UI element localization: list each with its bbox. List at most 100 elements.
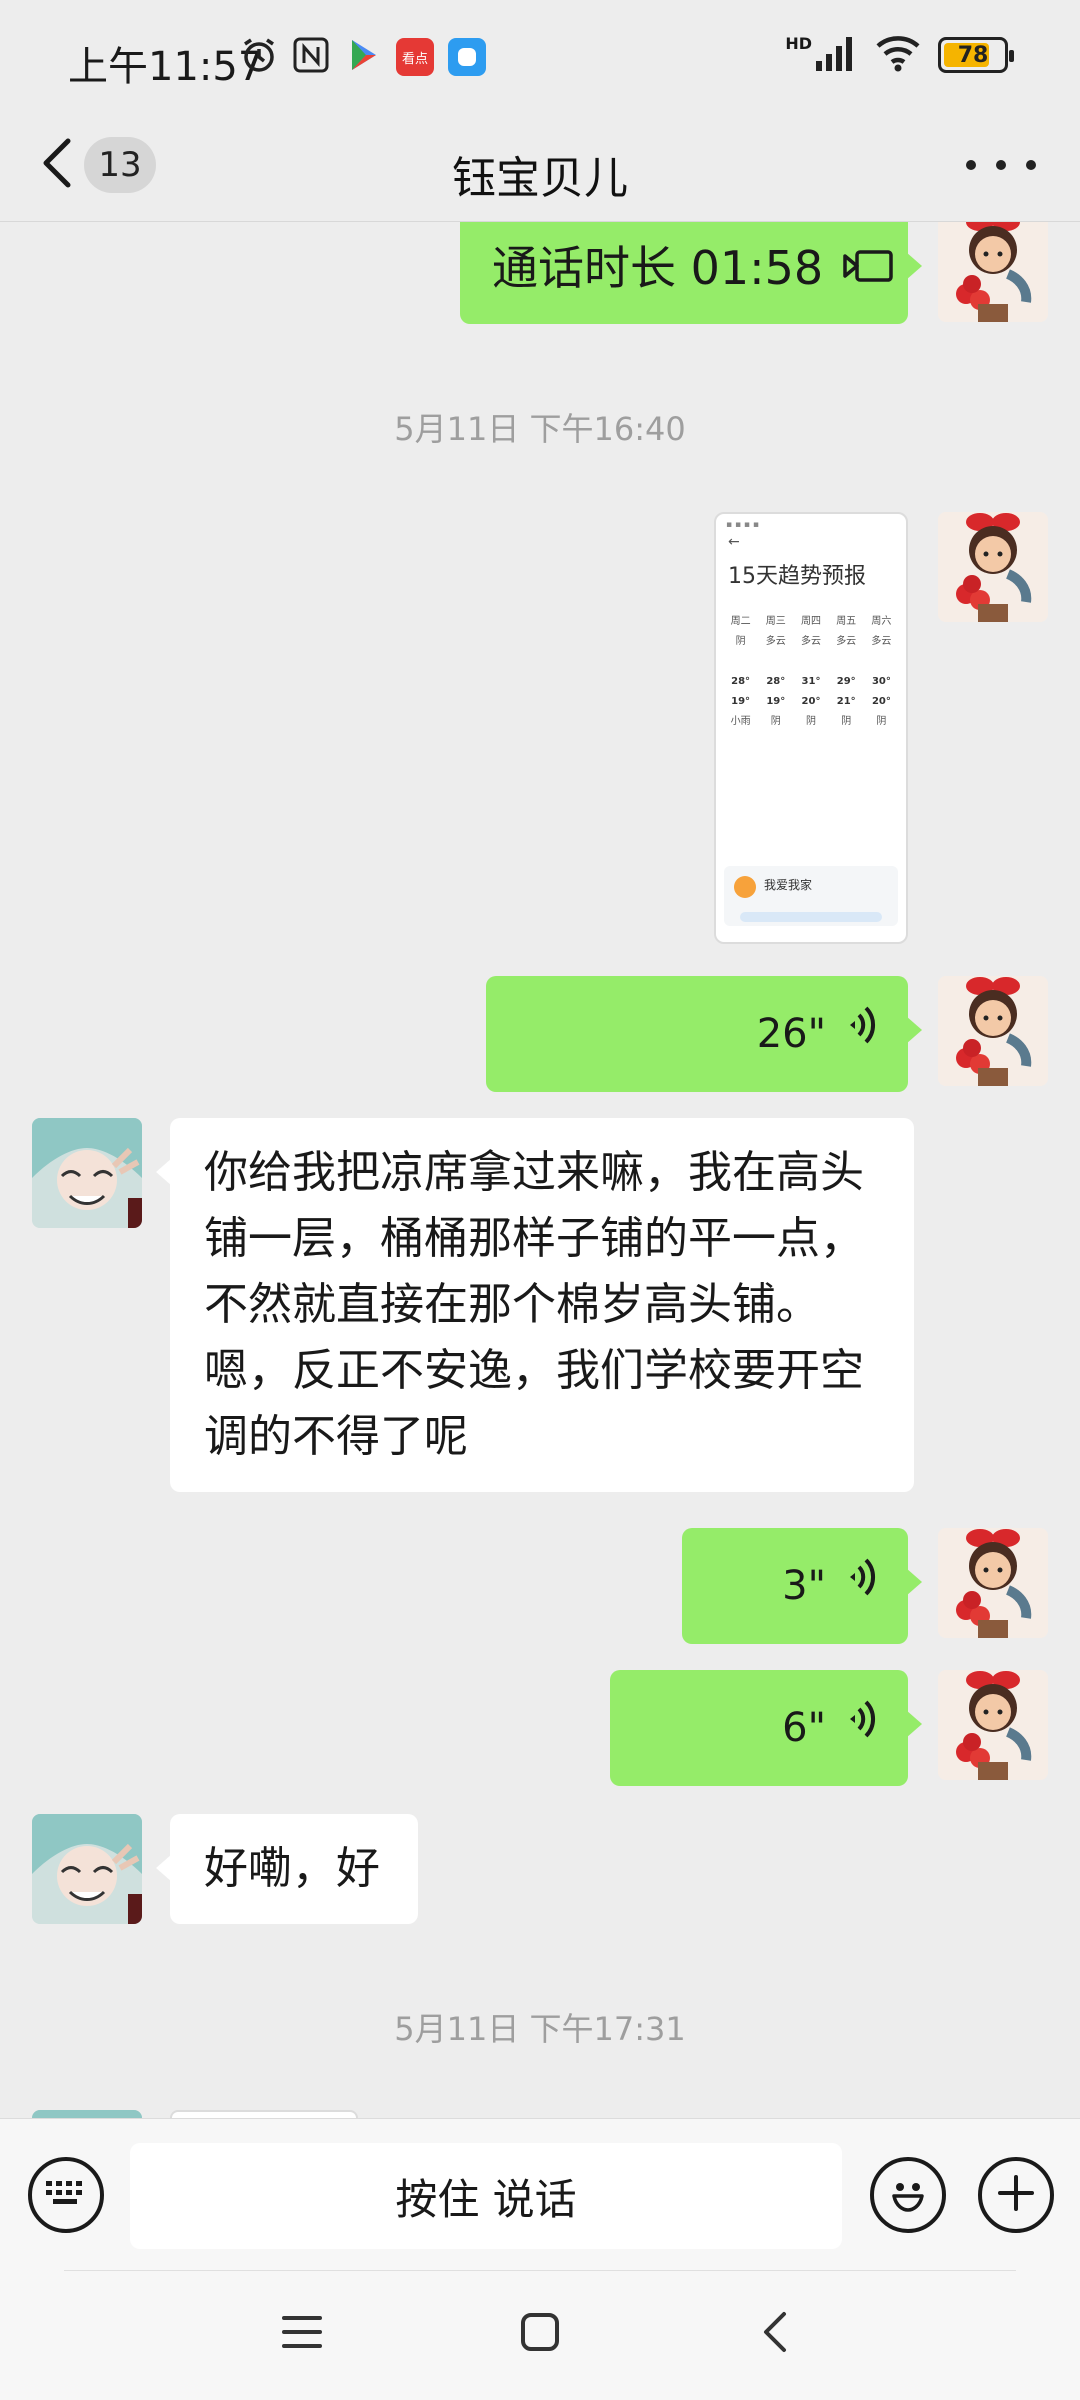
thumb-back-icon: ← <box>728 534 740 550</box>
thumb-day: 周六 <box>871 616 892 627</box>
thumb-spacer <box>865 654 898 670</box>
voice-duration: 3" <box>782 1563 826 1609</box>
voice-message[interactable]: 6" <box>610 1670 922 1786</box>
image-message[interactable] <box>170 2110 358 2118</box>
thumb-condition-night: 阴 <box>805 716 816 727</box>
thumb-day: 周二 <box>730 616 751 627</box>
chat-header: 13 钰宝贝儿 <box>0 112 1080 222</box>
voice-duration: 6" <box>782 1705 826 1751</box>
contact-avatar[interactable] <box>32 1814 142 1924</box>
battery-icon: 78 <box>938 37 1014 73</box>
call-duration-bubble[interactable]: 通话时长 01:58 <box>460 222 922 324</box>
bubble-tail <box>906 1016 922 1044</box>
thumb-condition: 多云 <box>836 636 857 647</box>
timestamp: 5月11日 下午17:31 <box>394 2010 686 2048</box>
thumb-condition-night: 阴 <box>841 716 852 727</box>
thumb-high: 31° <box>801 676 821 687</box>
divider <box>64 2270 1016 2271</box>
status-system-icons: HD 78 <box>785 33 1014 76</box>
voice-message[interactable]: 3" <box>682 1528 922 1644</box>
more-options-button[interactable] <box>966 150 1036 180</box>
more-actions-button[interactable] <box>978 2157 1054 2233</box>
message-text: 你给我把凉席拿过来嘛，我在高头铺一层，桶桶那样子铺的平一点，不然就直接在那个棉岁… <box>204 1147 864 1462</box>
thumb-condition: 多云 <box>871 636 892 647</box>
thumb-spacer <box>724 654 757 670</box>
contact-avatar[interactable] <box>32 1118 142 1228</box>
nfc-icon <box>292 36 330 78</box>
menu-icon[interactable] <box>282 2312 322 2356</box>
alarm-icon <box>240 36 278 78</box>
video-call-icon <box>843 235 895 301</box>
bubble-tail <box>906 252 922 280</box>
image-message[interactable]: ▪ ▪ ▪ ▪ ← 15天趋势预报 周二 周三 周四 周五 周六阴 多云 多云 多云 多云 28°… <box>714 512 908 944</box>
dot <box>966 160 976 170</box>
thumb-day: 周三 <box>765 616 786 627</box>
system-navigation-bar <box>0 2270 1080 2400</box>
emoji-button[interactable] <box>870 2157 946 2233</box>
my-avatar[interactable] <box>938 1528 1048 1638</box>
signal-icon <box>814 35 858 75</box>
thumb-low: 20° <box>801 696 821 707</box>
voice-message[interactable]: 26" <box>486 976 922 1092</box>
thumb-condition-night: 阴 <box>770 716 781 727</box>
hd-label: HD <box>785 33 812 53</box>
smiley-icon <box>883 2168 933 2222</box>
message-list[interactable]: 通话时长 01:58 5月11日 下午16:40 ▪ ▪ ▪ ▪ ← 15天趋势… <box>0 222 1080 2118</box>
thumb-high: 28° <box>766 676 786 687</box>
bubble-tail <box>906 1568 922 1596</box>
received-text-message[interactable]: 好嘞，好 <box>156 1814 418 1924</box>
dot <box>996 160 1006 170</box>
plus-icon <box>994 2171 1038 2219</box>
thumb-high: 30° <box>871 676 891 687</box>
thumb-low: 19° <box>766 696 786 707</box>
message-text: 好嘞，好 <box>204 1843 380 1894</box>
my-avatar[interactable] <box>938 976 1048 1086</box>
thumb-condition: 多云 <box>800 636 821 647</box>
input-bar: 按住 说话 <box>0 2118 1080 2270</box>
battery-level: 78 <box>957 42 989 68</box>
call-duration-text: 通话时长 01:58 <box>492 241 824 295</box>
keyboard-toggle-button[interactable] <box>28 2157 104 2233</box>
thumb-spacer <box>794 654 827 670</box>
my-avatar[interactable] <box>938 1670 1048 1780</box>
thumb-high: 28° <box>731 676 751 687</box>
home-icon <box>734 876 756 898</box>
thumb-high: 29° <box>836 676 856 687</box>
kandian-app-icon: 看点 <box>396 38 434 76</box>
home-square-icon[interactable] <box>520 2312 560 2356</box>
play-store-icon <box>344 36 382 78</box>
contact-avatar[interactable] <box>32 2110 142 2118</box>
timestamp: 5月11日 下午16:40 <box>394 410 686 448</box>
thumb-title: 15天趋势预报 <box>728 564 866 589</box>
thumb-condition-night: 阴 <box>876 716 887 727</box>
thumb-condition: 多云 <box>765 636 786 647</box>
thumb-statusbar: ▪ ▪ ▪ ▪ <box>726 520 759 530</box>
chat-title: 钰宝贝儿 <box>452 153 628 204</box>
thumb-day: 周五 <box>836 616 857 627</box>
thumb-low: 21° <box>836 696 856 707</box>
bubble-tail <box>156 1158 172 1186</box>
thumb-day: 周四 <box>800 616 821 627</box>
voice-wave-icon <box>844 1001 878 1067</box>
battery-tip <box>1009 50 1014 62</box>
thumb-low: 20° <box>871 696 891 707</box>
voice-duration: 26" <box>756 1011 826 1057</box>
my-avatar[interactable] <box>938 222 1048 322</box>
thumb-condition: 阴 <box>735 636 746 647</box>
messenger-app-icon <box>448 38 486 76</box>
status-time: 上午11:57 <box>68 44 264 90</box>
thumb-card-button <box>740 912 882 922</box>
thumb-card-title: 我爱我家 <box>764 878 813 892</box>
bubble-tail <box>906 1710 922 1738</box>
hold-to-talk-button[interactable]: 按住 说话 <box>130 2143 842 2249</box>
dot <box>1026 160 1036 170</box>
status-notification-icons: 看点 <box>240 36 486 78</box>
my-avatar[interactable] <box>938 512 1048 622</box>
keyboard-icon <box>44 2177 88 2213</box>
thumb-spacer <box>759 654 792 670</box>
back-arrow-icon[interactable] <box>760 2310 790 2358</box>
thumb-card: 我爱我家 <box>724 866 898 926</box>
received-text-message[interactable]: 你给我把凉席拿过来嘛，我在高头铺一层，桶桶那样子铺的平一点，不然就直接在那个棉岁… <box>156 1118 914 1492</box>
wifi-icon <box>874 34 922 76</box>
voice-wave-icon <box>844 1695 878 1761</box>
